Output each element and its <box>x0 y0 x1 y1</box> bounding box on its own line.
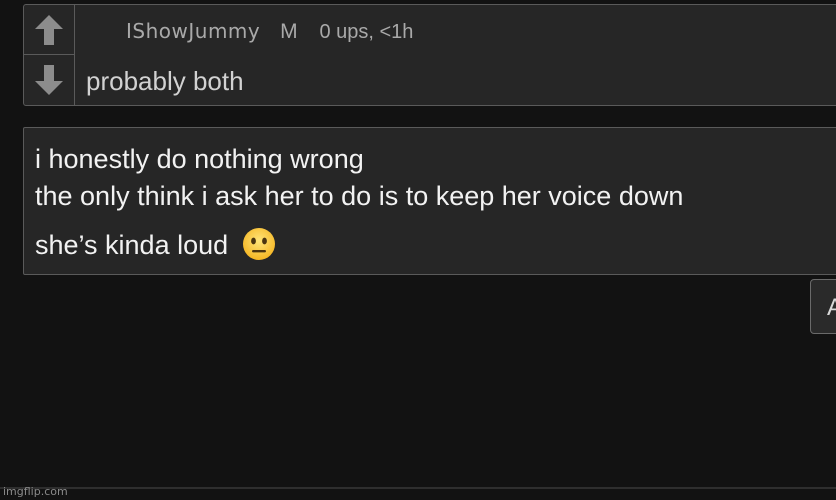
reply-line: she’s kinda loud <box>35 230 229 260</box>
reply-input[interactable]: i honestly do nothing wrong the only thi… <box>23 127 836 275</box>
arrow-down-icon <box>35 65 63 95</box>
downvote-button[interactable] <box>24 55 74 105</box>
neutral-face-emoji-icon <box>242 228 275 260</box>
comment-meta: IShowJummy M 0 ups, <1h <box>126 19 413 44</box>
watermark: imgflip.com <box>3 485 68 498</box>
comment-text: probably both <box>86 66 244 96</box>
arrow-up-icon <box>35 14 63 45</box>
comment-card: IShowJummy M 0 ups, <1h probably both <box>23 4 836 106</box>
reply-line-with-emoji: she’s kinda loud <box>35 227 276 261</box>
divider <box>0 487 836 489</box>
comment-username[interactable]: IShowJummy <box>126 19 260 43</box>
vote-column <box>24 5 75 105</box>
page: IShowJummy M 0 ups, <1h probably both i … <box>0 0 836 500</box>
side-button[interactable]: A <box>810 279 836 334</box>
upvote-button[interactable] <box>24 5 74 55</box>
user-badge: M <box>280 20 298 43</box>
comment-stats: 0 ups, <1h <box>319 21 414 43</box>
reply-line: i honestly do nothing wrong <box>35 144 364 174</box>
reply-line: the only think i ask her to do is to kee… <box>35 181 684 211</box>
